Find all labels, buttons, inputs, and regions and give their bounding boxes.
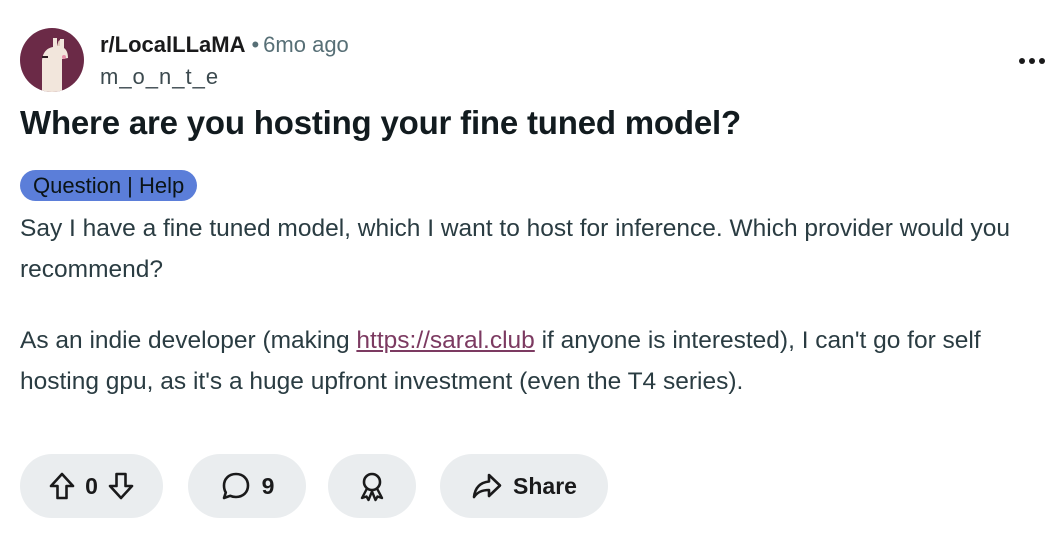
author-link[interactable]: m_o_n_t_e (100, 64, 219, 90)
vote-control: 0 (20, 454, 163, 518)
award-ribbon-icon (360, 472, 384, 502)
post-flair[interactable]: Question | Help (20, 170, 198, 201)
body-text: As an indie developer (making (20, 327, 357, 354)
award-button[interactable] (328, 454, 416, 518)
subreddit-link[interactable]: r/LocalLLaMA (100, 32, 245, 57)
arrow-down-icon (108, 472, 134, 500)
more-horizontal-icon (1019, 58, 1045, 64)
post-title[interactable]: Where are you hosting your fine tuned mo… (20, 104, 741, 142)
body-paragraph: As an indie developer (making https://sa… (20, 320, 1050, 402)
post-header: r/LocalLLaMA • 6mo ago m_o_n_t_e (20, 28, 1050, 92)
post-time: 6mo ago (263, 32, 349, 57)
share-label: Share (513, 472, 577, 499)
post-actions: 0 9 Share (20, 454, 1050, 518)
downvote-button[interactable] (104, 466, 138, 506)
post-body: Say I have a fine tuned model, which I w… (20, 208, 1050, 402)
comments-button[interactable]: 9 (188, 454, 306, 518)
vote-count: 0 (85, 472, 98, 499)
reddit-post: r/LocalLLaMA • 6mo ago m_o_n_t_e Where are… (20, 0, 1050, 540)
body-link[interactable]: https://saral.club (356, 327, 534, 354)
share-button[interactable]: Share (440, 454, 608, 518)
speech-bubble-icon (222, 472, 249, 500)
upvote-button[interactable] (45, 466, 79, 506)
subreddit-avatar[interactable] (20, 28, 84, 92)
more-options-button[interactable] (1014, 46, 1050, 76)
arrow-up-icon (49, 472, 75, 500)
meta-separator: • (251, 32, 260, 57)
post-meta: r/LocalLLaMA • 6mo ago (100, 32, 349, 58)
comment-count: 9 (261, 472, 275, 499)
llama-icon (42, 38, 68, 92)
body-paragraph: Say I have a fine tuned model, which I w… (20, 215, 1011, 283)
share-arrow-icon (472, 473, 502, 499)
